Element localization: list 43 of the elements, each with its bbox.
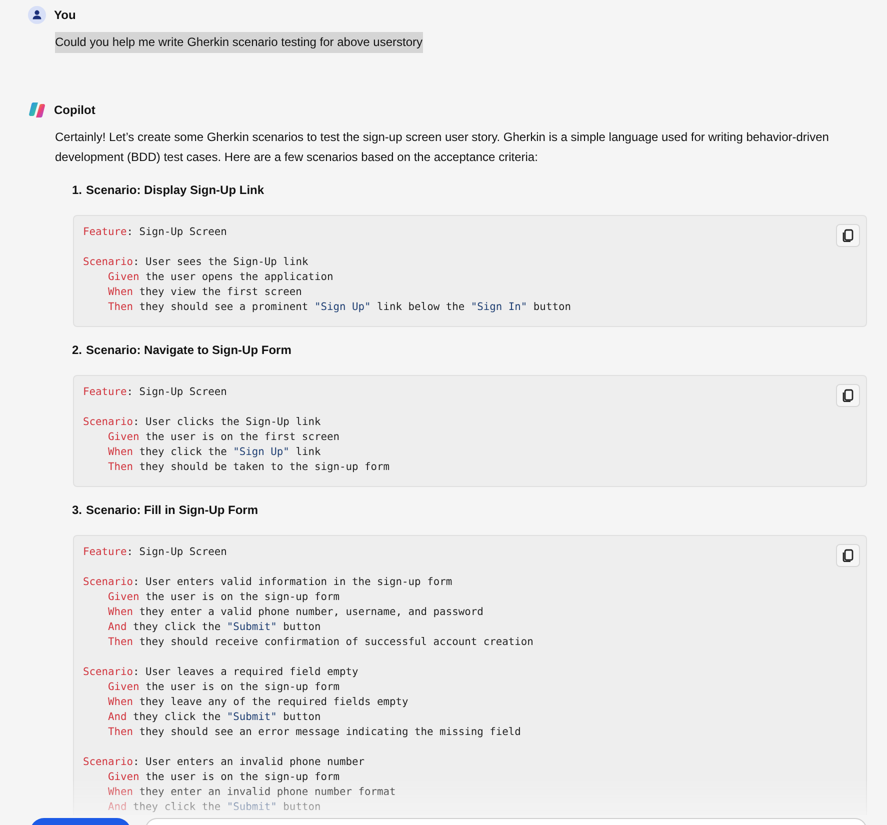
user-avatar-icon — [28, 6, 46, 24]
code-line: And they click the "Submit" button — [107, 620, 321, 635]
code-line: Given the user opens the application — [107, 270, 334, 285]
copy-icon — [842, 389, 854, 402]
code-line: Given the user is on the sign-up form — [107, 770, 340, 785]
code-line: Then they should be taken to the sign-up form — [107, 460, 390, 475]
code-line: When they enter an invalid phone number format — [107, 785, 396, 800]
code-line: And they click the "Submit" button — [107, 800, 321, 815]
code-line: Scenario: User sees the Sign-Up link — [83, 255, 308, 270]
code-line: Feature: Sign-Up Screen — [83, 545, 227, 560]
code-line: Scenario: User enters valid information in the sign-up form — [83, 575, 452, 590]
logo-icon — [28, 101, 46, 119]
code-line: Given the user is on the first screen — [107, 430, 340, 445]
code-line: When they leave any of the required fields empty — [107, 695, 408, 710]
code-line: When they view the first screen — [107, 285, 302, 300]
code-line: Scenario: User clicks the Sign-Up link — [83, 415, 321, 430]
scenario-title: Scenario: Fill in Sign-Up Form — [86, 502, 258, 519]
code-line: Scenario: User leaves a required field empty — [83, 665, 358, 680]
code-line: Given the user is on the sign-up form — [107, 680, 340, 695]
code-line: And they click the "Submit" button — [107, 710, 321, 725]
copy-icon — [842, 549, 854, 562]
scenario-title: Scenario: Navigate to Sign-Up Form — [86, 342, 292, 359]
code-line: Scenario: User enters an invalid phone number — [83, 755, 365, 770]
author-name: You — [54, 7, 76, 24]
code-line: When they click the "Sign Up" link — [107, 445, 321, 460]
list-number: 3. — [72, 502, 82, 519]
code-line: Then they should see a prominent "Sign Up" link below the "Sign In" button — [107, 300, 571, 315]
copy-button[interactable] — [836, 544, 860, 567]
message-text: Certainly! Let’s create some Gherkin scenarios to test the sign-up screen user story. Gherkin is a simple language used for writing behavior-driven development (BDD) test cases. Here are a few scenarios based on the acceptance criteria: — [55, 129, 830, 166]
author-name: Copilot — [54, 102, 96, 119]
code-line: When they enter a valid phone number, username, and password — [107, 605, 484, 620]
list-number: 2. — [72, 342, 82, 359]
code-line: Then they should see an error message indicating the missing field — [107, 725, 521, 740]
copy-icon — [842, 229, 854, 242]
code-line: Feature: Sign-Up Screen — [83, 225, 227, 240]
scenario-title: Scenario: Display Sign-Up Link — [86, 182, 264, 199]
code-line: Given the user is on the sign-up form — [107, 590, 340, 605]
copy-button[interactable] — [836, 224, 860, 247]
message-text: Could you help me write Gherkin scenario testing for above userstory — [55, 32, 423, 53]
copy-button[interactable] — [836, 384, 860, 407]
code-line: Feature: Sign-Up Screen — [83, 385, 227, 400]
list-number: 1. — [72, 182, 82, 199]
code-line: Then they should receive confirmation of successful account creation — [107, 635, 534, 650]
